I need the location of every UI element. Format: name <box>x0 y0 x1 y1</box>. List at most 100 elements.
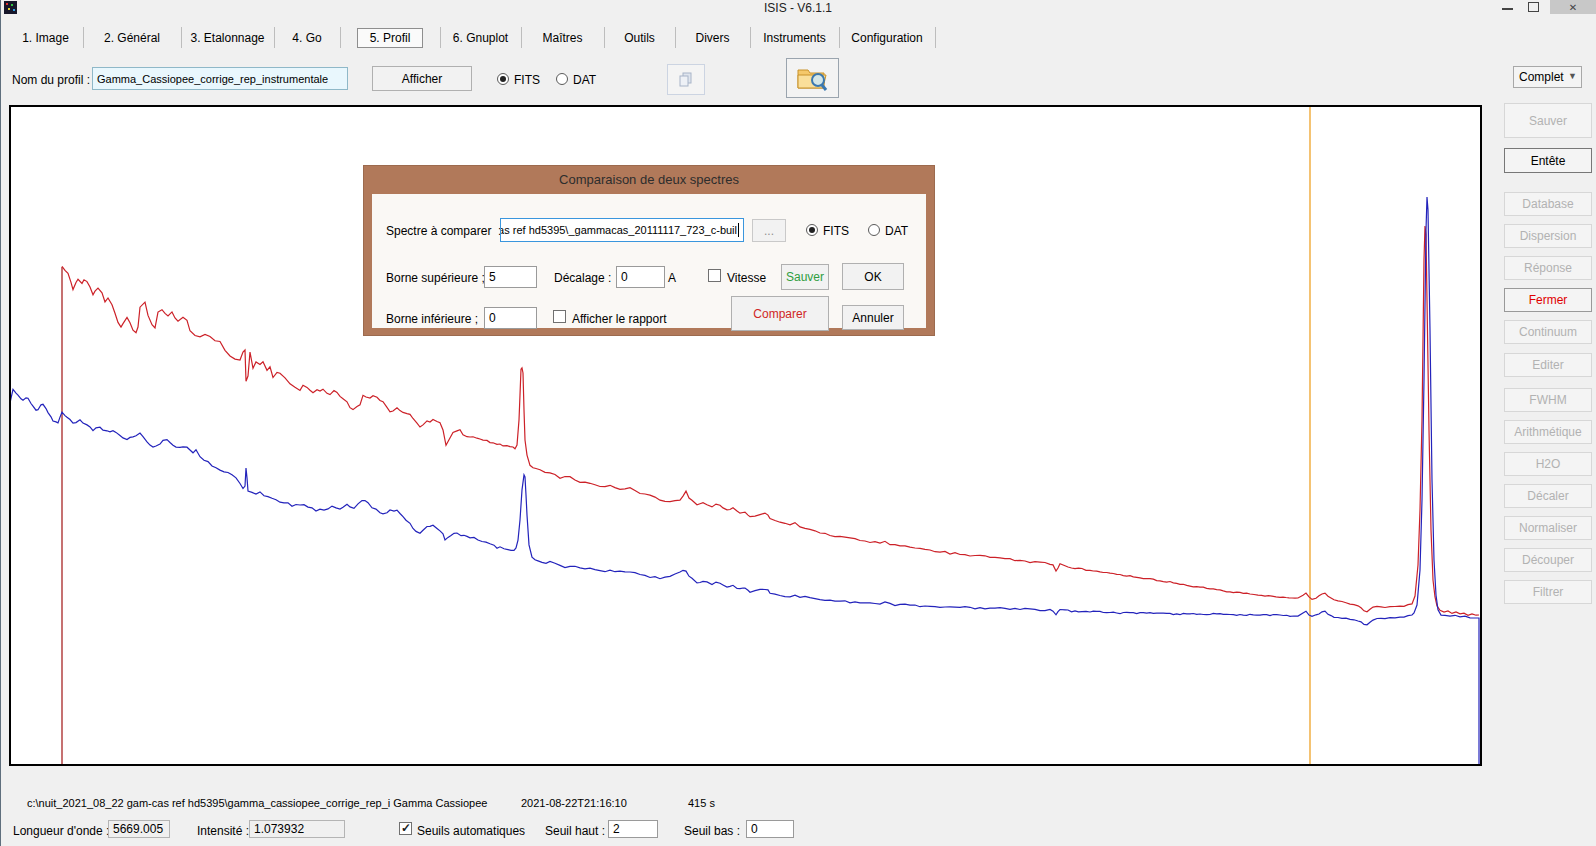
sidebar-button-arithm-tique[interactable]: Arithmétique <box>1504 420 1592 444</box>
dialog-fits-radio[interactable] <box>806 224 818 236</box>
wavelength-label: Longueur d'onde : <box>13 824 109 838</box>
sidebar-button-label: Normaliser <box>1519 521 1577 535</box>
spectre-a-comparer-label: Spectre à comparer : <box>386 224 501 238</box>
sidebar-button-label: Sauver <box>1529 114 1567 128</box>
close-button[interactable]: ✕ <box>1550 0 1596 14</box>
sidebar-button-label: Database <box>1522 197 1573 211</box>
vitesse-label: Vitesse <box>727 271 766 285</box>
borne-inferieure-label: Borne inférieure ; <box>386 312 478 326</box>
sidebar-button-h2o[interactable]: H2O <box>1504 452 1592 476</box>
ok-button[interactable]: OK <box>842 263 904 290</box>
annuler-button[interactable]: Annuler <box>842 305 904 330</box>
browse-folder-button[interactable] <box>786 58 839 98</box>
tab-label: 5. Profil <box>357 28 424 48</box>
dialog-sauver-button[interactable]: Sauver <box>781 264 829 290</box>
restore-button[interactable] <box>1528 2 1539 12</box>
sidebar-button-d-caler[interactable]: Décaler <box>1504 484 1592 508</box>
seuil-bas-input[interactable]: 0 <box>746 820 794 838</box>
dat-radio[interactable] <box>556 73 568 85</box>
sidebar-button-d-couper[interactable]: Découper <box>1504 548 1592 572</box>
sidebar-button-fwhm[interactable]: FWHM <box>1504 388 1592 412</box>
sidebar-button-label: Réponse <box>1524 261 1572 275</box>
decalage-label: Décalage : <box>554 271 611 285</box>
dialog-title: Comparaison de deux spectres <box>364 172 934 187</box>
tab-3-etalonnage[interactable]: 3. Etalonnage <box>181 27 275 48</box>
tab-label: Outils <box>624 31 655 45</box>
vitesse-checkbox[interactable] <box>708 269 721 282</box>
wavelength-value: 5669.005 <box>108 820 170 838</box>
copy-button[interactable] <box>667 64 705 95</box>
tab-label: Divers <box>695 31 729 45</box>
tab-ma-tres[interactable]: Maîtres <box>521 27 605 48</box>
sidebar-button-label: Décaler <box>1527 489 1568 503</box>
status-timestamp: 2021-08-22T21:16:10 <box>521 797 627 809</box>
seuils-auto-checkbox[interactable] <box>399 822 412 835</box>
tab-outils[interactable]: Outils <box>604 27 676 48</box>
tab-5-profil[interactable]: 5. Profil <box>340 27 441 48</box>
sidebar-button-label: Découper <box>1522 553 1574 567</box>
dat-radio-label: DAT <box>573 73 596 87</box>
spectre-a-comparer-input[interactable]: :as ref hd5395\_gammacas_20111117_723_c-… <box>500 218 744 242</box>
tab-label: 6. Gnuplot <box>453 31 508 45</box>
sidebar-button-label: Dispersion <box>1520 229 1577 243</box>
window-frame-left <box>0 0 1 846</box>
copy-icon <box>677 71 695 89</box>
sidebar-button-database[interactable]: Database <box>1504 192 1592 216</box>
sidebar-button-editer[interactable]: Editer <box>1504 353 1592 377</box>
sidebar-button-normaliser[interactable]: Normaliser <box>1504 516 1592 540</box>
sidebar-button-label: Fermer <box>1529 293 1568 307</box>
sidebar-button-dispersion[interactable]: Dispersion <box>1504 224 1592 248</box>
dialog-dat-label: DAT <box>885 224 908 238</box>
tab-configuration[interactable]: Configuration <box>839 27 936 48</box>
text-caret <box>738 223 739 237</box>
sidebar-button-label: Arithmétique <box>1514 425 1581 439</box>
tab-6-gnuplot[interactable]: 6. Gnuplot <box>440 27 522 48</box>
profile-name-input[interactable]: Gamma_Cassiopee_corrige_rep_instrumental… <box>92 67 348 90</box>
tab-4-go[interactable]: 4. Go <box>274 27 341 48</box>
decalage-input[interactable]: 0 <box>616 266 665 288</box>
sidebar-button-continuum[interactable]: Continuum <box>1504 320 1592 344</box>
folder-search-icon <box>796 64 830 92</box>
close-icon: ✕ <box>1569 2 1577 13</box>
window-title: ISIS - V6.1.1 <box>0 1 1596 15</box>
rapport-label: Afficher le rapport <box>572 312 667 326</box>
tab-label: 2. Général <box>104 31 160 45</box>
fits-radio-label: FITS <box>514 73 540 87</box>
sidebar-button-r-ponse[interactable]: Réponse <box>1504 256 1592 280</box>
sidebar-button-label: Filtrer <box>1533 585 1564 599</box>
borne-inferieure-input[interactable]: 0 <box>484 307 537 329</box>
sidebar-button-label: FWHM <box>1529 393 1566 407</box>
sidebar-button-ent-te[interactable]: Entête <box>1504 148 1592 173</box>
status-path: c:\nuit_2021_08_22 gam-cas ref hd5395\ga… <box>27 797 487 809</box>
sidebar-button-filtrer[interactable]: Filtrer <box>1504 580 1592 604</box>
tab-2-g-n-ral[interactable]: 2. Général <box>83 27 182 48</box>
dialog-fits-label: FITS <box>823 224 849 238</box>
borne-superieure-input[interactable]: 5 <box>484 266 537 288</box>
sidebar-button-label: Continuum <box>1519 325 1577 339</box>
sidebar-button-fermer[interactable]: Fermer <box>1504 288 1592 312</box>
sidebar-button-sauver[interactable]: Sauver <box>1504 103 1592 138</box>
profile-name-label: Nom du profil : <box>12 73 90 87</box>
intensity-label: Intensité : <box>197 824 249 838</box>
borne-superieure-label: Borne supérieure ; <box>386 271 485 285</box>
title-bar: ISIS - V6.1.1 ✕ <box>0 0 1596 16</box>
intensity-value: 1.073932 <box>249 820 345 838</box>
mode-dropdown[interactable]: Complet ▼ <box>1513 66 1582 88</box>
rapport-checkbox[interactable] <box>553 310 566 323</box>
tab-instruments[interactable]: Instruments <box>750 27 840 48</box>
seuil-haut-label: Seuil haut : <box>545 824 605 838</box>
fits-radio[interactable] <box>497 73 509 85</box>
sidebar-button-label: Editer <box>1532 358 1563 372</box>
tab-1-image[interactable]: 1. Image <box>8 27 84 48</box>
browse-spectre-button[interactable]: ... <box>752 219 786 242</box>
dialog-dat-radio[interactable] <box>868 224 880 236</box>
tab-label: 4. Go <box>292 31 321 45</box>
minimize-button[interactable] <box>1502 8 1513 10</box>
seuil-bas-label: Seuil bas : <box>684 824 740 838</box>
tab-label: Instruments <box>763 31 826 45</box>
seuil-haut-input[interactable]: 2 <box>608 820 658 838</box>
afficher-button[interactable]: Afficher <box>372 66 472 91</box>
seuils-auto-label: Seuils automatiques <box>417 824 525 838</box>
comparer-button[interactable]: Comparer <box>731 296 829 331</box>
tab-divers[interactable]: Divers <box>675 27 751 48</box>
